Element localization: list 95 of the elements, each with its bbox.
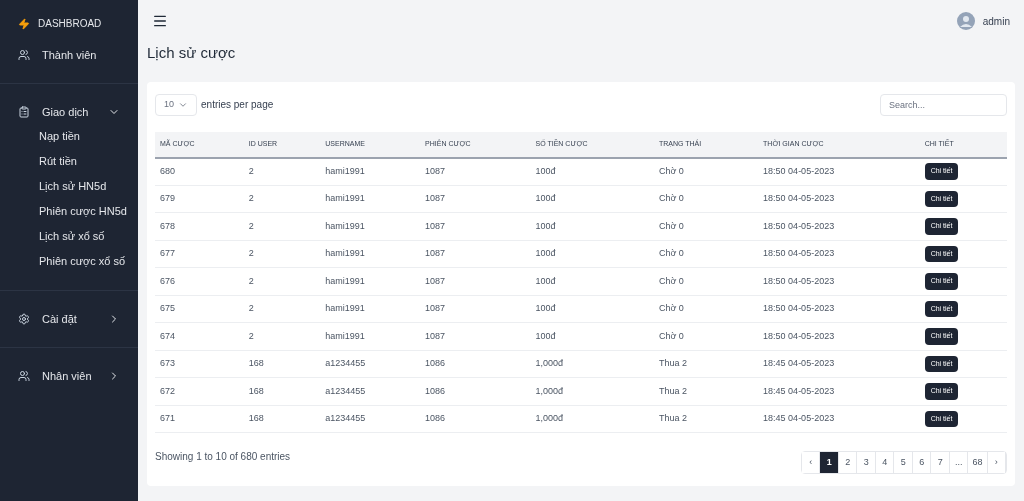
table-cell: 18:50 04-05-2023 — [758, 295, 920, 323]
table-cell: 100đ — [530, 322, 654, 350]
sidebar-item[interactable]: Thành viên — [0, 43, 138, 67]
table-cell: hami1991 — [320, 295, 421, 323]
table-cell: 18:50 04-05-2023 — [758, 185, 920, 213]
table-cell: 673 — [155, 350, 244, 378]
table-cell: 168 — [243, 350, 321, 378]
sidebar-item[interactable]: Nhân viên — [0, 364, 138, 388]
page-size-select[interactable]: 10 — [155, 93, 197, 116]
table-cell: 100đ — [530, 267, 654, 295]
table-cell: 1087 — [420, 295, 531, 323]
table-cell: hami1991 — [320, 240, 421, 268]
table-cell: 18:45 04-05-2023 — [758, 350, 920, 378]
entries-summary: Showing 1 to 10 of 680 entries — [155, 450, 291, 464]
page-button[interactable]: 1 — [820, 452, 839, 473]
table-cell: 672 — [155, 377, 244, 405]
table-cell: 1,000đ — [530, 405, 654, 433]
brand-link[interactable]: DASHBROAD — [38, 16, 102, 31]
search-field[interactable]: Search... — [880, 93, 1007, 116]
sidebar-item[interactable]: Cài đặt — [0, 307, 138, 331]
table-cell: Chờ 0 — [653, 295, 759, 323]
table-cell: 100đ — [530, 295, 654, 323]
table-cell: 168 — [243, 405, 321, 433]
table-cell: Thua 2 — [653, 377, 759, 405]
table-cell: 678 — [155, 212, 244, 240]
table-cell: 100đ — [530, 185, 654, 213]
table-cell: hami1991 — [320, 212, 421, 240]
table-cell: 1087 — [420, 212, 531, 240]
user-name[interactable]: admin — [982, 13, 1010, 29]
table-cell: 677 — [155, 240, 244, 268]
table-cell: 100đ — [530, 212, 654, 240]
table-cell: Chờ 0 — [653, 240, 759, 268]
sidebar-subitem[interactable]: Lịch sử HN5d — [0, 174, 138, 199]
page-size-label: entries per page — [201, 98, 274, 112]
table-cell: 1087 — [420, 322, 531, 350]
table-cell: 2 — [243, 157, 321, 185]
table-cell: 18:45 04-05-2023 — [758, 405, 920, 433]
table-cell: 1086 — [420, 405, 531, 433]
table-cell: hami1991 — [320, 185, 421, 213]
sidebar-subitem[interactable]: Nạp tiền — [0, 124, 138, 149]
menu-icon[interactable] — [152, 13, 168, 29]
sidebar-subitem[interactable]: Rút tiền — [0, 149, 138, 174]
users-icon — [18, 49, 30, 61]
table-cell: Thua 2 — [653, 405, 759, 433]
table-cell: 675 — [155, 295, 244, 323]
table-cell: 679 — [155, 185, 244, 213]
sidebar-subitem[interactable]: Lịch sử xổ số — [0, 224, 138, 249]
table-cell: 18:45 04-05-2023 — [758, 377, 920, 405]
page-button[interactable]: ‹ — [802, 452, 821, 473]
table-cell: 676 — [155, 267, 244, 295]
table-cell: 2 — [243, 295, 321, 323]
table-cell: 1087 — [420, 185, 531, 213]
table-cell: Chờ 0 — [653, 185, 759, 213]
sidebar-subitem[interactable]: Phiên cược xổ số — [0, 249, 138, 274]
table-cell: 18:50 04-05-2023 — [758, 267, 920, 295]
table-cell: Chờ 0 — [653, 212, 759, 240]
table-cell: Thua 2 — [653, 350, 759, 378]
table-cell: 168 — [243, 377, 321, 405]
table-cell: 1087 — [420, 157, 531, 185]
clipboard-icon — [18, 106, 30, 118]
table-cell: 674 — [155, 322, 244, 350]
table-cell: 100đ — [530, 240, 654, 268]
table-cell: 18:50 04-05-2023 — [758, 322, 920, 350]
sidebar-item[interactable]: Giao dịch — [0, 100, 138, 124]
table-cell: 2 — [243, 240, 321, 268]
table-cell: 2 — [243, 185, 321, 213]
settings-icon — [18, 313, 30, 325]
table-cell: 2 — [243, 322, 321, 350]
table-cell: hami1991 — [320, 267, 421, 295]
table-cell: Chờ 0 — [653, 267, 759, 295]
table-cell: 18:50 04-05-2023 — [758, 157, 920, 185]
table-cell: 1087 — [420, 267, 531, 295]
table-cell: 1087 — [420, 240, 531, 268]
table-cell: 100đ — [530, 157, 654, 185]
table-cell: hami1991 — [320, 322, 421, 350]
page-title: Lịch sử cược — [146, 43, 237, 63]
table-cell: 1086 — [420, 350, 531, 378]
table-cell: 1,000đ — [530, 350, 654, 378]
table-cell: Chờ 0 — [653, 322, 759, 350]
table-cell: 1,000đ — [530, 377, 654, 405]
table-cell: a1234455 — [320, 350, 421, 378]
table-cell: 671 — [155, 405, 244, 433]
table-cell: 18:50 04-05-2023 — [758, 240, 920, 268]
table-cell: 680 — [155, 157, 244, 185]
sidebar-subitem[interactable]: Phiên cược HN5d — [0, 199, 138, 224]
lightning-icon — [18, 17, 30, 30]
table-cell: Chờ 0 — [653, 157, 759, 185]
table-cell: 2 — [243, 267, 321, 295]
table-cell: a1234455 — [320, 405, 421, 433]
table-cell: hami1991 — [320, 157, 421, 185]
table-cell: 2 — [243, 212, 321, 240]
table-cell: 18:50 04-05-2023 — [758, 212, 920, 240]
table-cell: a1234455 — [320, 377, 421, 405]
table-cell: 1086 — [420, 377, 531, 405]
users-icon — [18, 370, 30, 382]
